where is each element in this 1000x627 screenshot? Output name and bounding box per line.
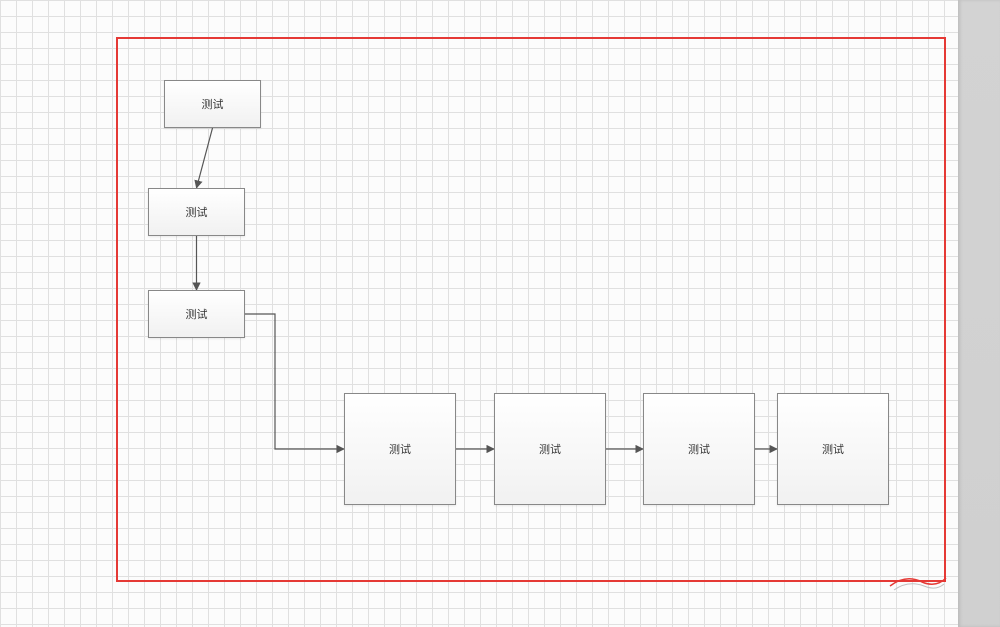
node-label: 测试 [389, 441, 411, 457]
node-label: 测试 [688, 441, 710, 457]
flow-node-7[interactable]: 测试 [777, 393, 889, 505]
node-label: 测试 [539, 441, 561, 457]
flow-node-2[interactable]: 测试 [148, 188, 245, 236]
node-label: 测试 [202, 96, 224, 112]
right-panel-gutter [958, 0, 1000, 627]
viewport: 测试 测试 测试 测试 测试 测试 测试 [0, 0, 1000, 627]
flow-node-6[interactable]: 测试 [643, 393, 755, 505]
node-label: 测试 [186, 204, 208, 220]
edge-n1-n2[interactable] [197, 128, 213, 188]
edge-n3-n4[interactable] [245, 314, 344, 449]
edges-layer [0, 0, 958, 627]
flow-node-1[interactable]: 测试 [164, 80, 261, 128]
diagram-canvas[interactable]: 测试 测试 测试 测试 测试 测试 测试 [0, 0, 958, 627]
node-label: 测试 [822, 441, 844, 457]
page-curl-icon [888, 568, 948, 598]
flow-node-3[interactable]: 测试 [148, 290, 245, 338]
node-label: 测试 [186, 306, 208, 322]
flow-node-5[interactable]: 测试 [494, 393, 606, 505]
flow-node-4[interactable]: 测试 [344, 393, 456, 505]
